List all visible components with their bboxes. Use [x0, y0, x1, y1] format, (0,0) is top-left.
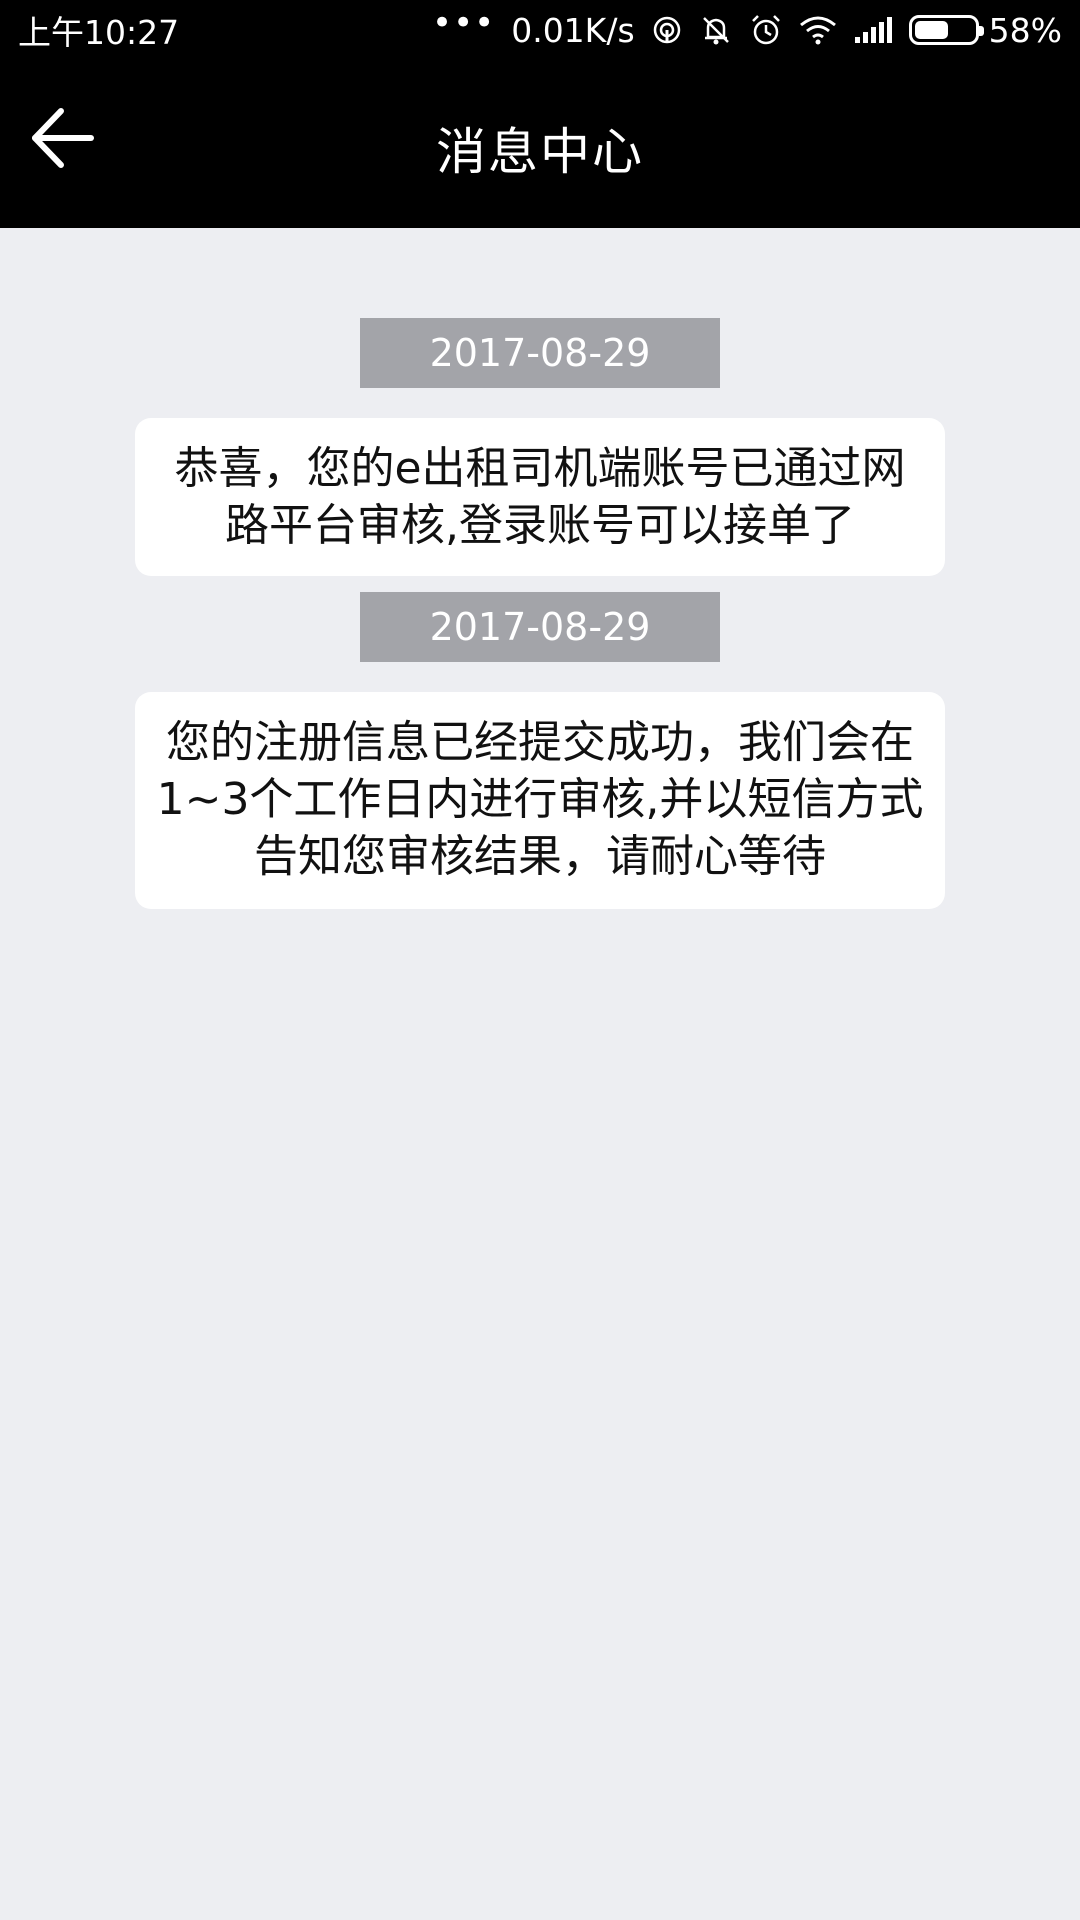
more-notifications-icon: ••• — [432, 3, 496, 43]
battery-fill — [914, 21, 949, 39]
battery-icon — [908, 15, 984, 45]
status-time: 上午10:27 — [18, 13, 180, 52]
message-date: 2017-08-29 — [360, 318, 720, 388]
battery-percent: 58% — [988, 10, 1062, 50]
network-speed: 0.01K/s — [511, 10, 635, 50]
wifi-icon — [799, 15, 837, 45]
message-bubble[interactable]: 您的注册信息已经提交成功，我们会在1~3个工作日内进行审核,并以短信方式告知您审… — [135, 692, 945, 909]
page-title: 消息中心 — [436, 123, 644, 181]
message-item: 2017-08-29 您的注册信息已经提交成功，我们会在1~3个工作日内进行审核… — [0, 592, 1080, 909]
message-item: 2017-08-29 恭喜，您的e出租司机端账号已通过网路平台审核,登录账号可以… — [0, 318, 1080, 576]
hotspot-icon — [651, 14, 683, 46]
message-bubble[interactable]: 恭喜，您的e出租司机端账号已通过网路平台审核,登录账号可以接单了 — [135, 418, 945, 576]
signal-icon — [853, 15, 893, 45]
status-bar: 上午10:27 ••• 0.01K/s 58% — [0, 0, 1080, 60]
app-bar: 消息中心 — [0, 60, 1080, 228]
message-list: 2017-08-29 恭喜，您的e出租司机端账号已通过网路平台审核,登录账号可以… — [0, 228, 1080, 1920]
battery-indicator: 58% — [908, 10, 1062, 50]
mute-bell-icon — [699, 13, 733, 47]
alarm-icon — [749, 13, 783, 47]
message-date: 2017-08-29 — [360, 592, 720, 662]
